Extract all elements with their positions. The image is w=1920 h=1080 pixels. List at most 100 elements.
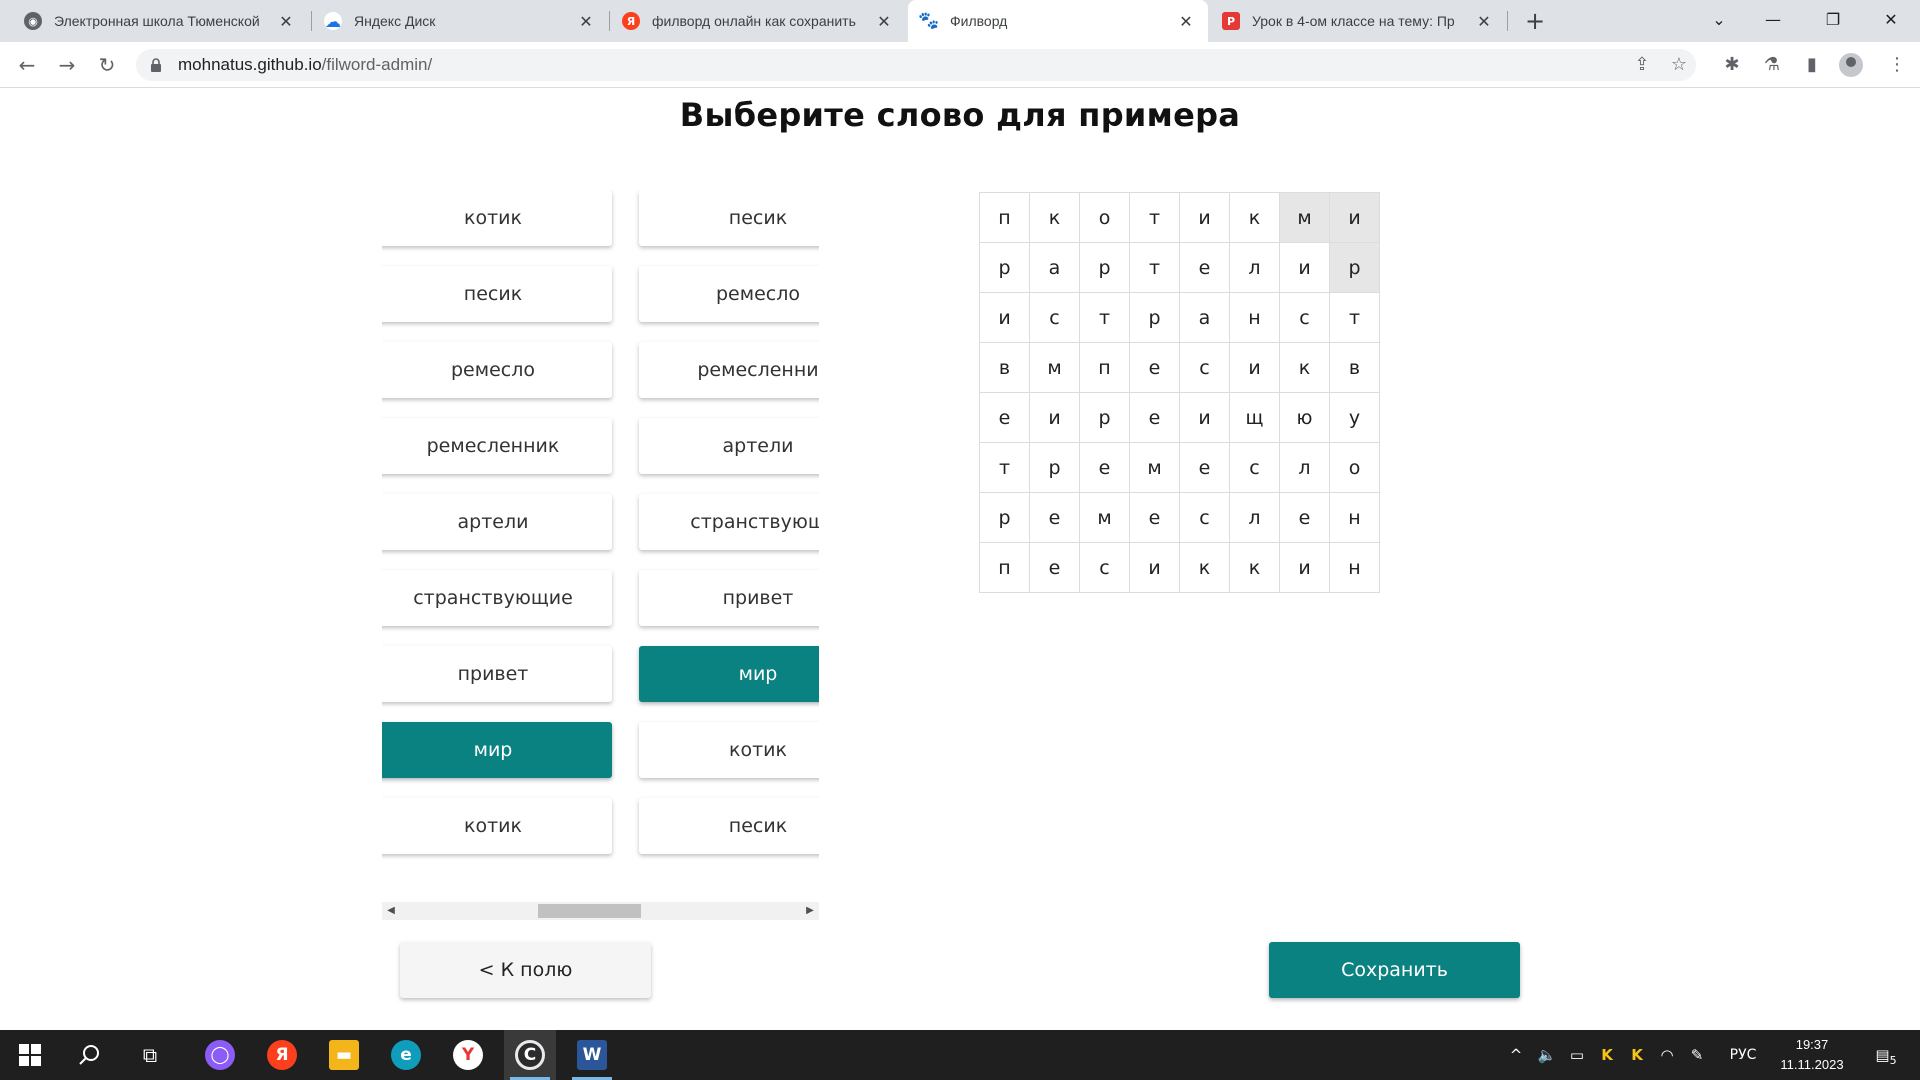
word-option[interactable]: артели [382, 494, 612, 550]
tray-chevron-up-icon[interactable]: ^ [1504, 1030, 1528, 1080]
grid-cell[interactable]: м [1129, 442, 1180, 493]
grid-cell[interactable]: и [1279, 542, 1330, 593]
grid-cell[interactable]: и [1229, 342, 1280, 393]
taskbar-yandex-browser[interactable]: Y [442, 1030, 494, 1080]
grid-cell[interactable]: е [1179, 242, 1230, 293]
language-indicator[interactable]: РУС [1716, 1030, 1770, 1080]
grid-cell[interactable]: м [1079, 492, 1130, 543]
grid-cell[interactable]: е [1029, 542, 1080, 593]
word-option[interactable]: странствующие [382, 570, 612, 626]
grid-cell[interactable]: п [1079, 342, 1130, 393]
back-to-field-button[interactable]: < К полю [400, 942, 651, 998]
grid-cell[interactable]: у [1329, 392, 1380, 443]
grid-cell[interactable]: т [1079, 292, 1130, 343]
grid-cell[interactable]: с [1079, 542, 1130, 593]
grid-cell[interactable]: и [1179, 192, 1230, 243]
grid-cell[interactable]: ю [1279, 392, 1330, 443]
grid-cell[interactable]: а [1179, 292, 1230, 343]
grid-cell[interactable]: т [1129, 242, 1180, 293]
grid-cell[interactable]: и [979, 292, 1030, 343]
grid-cell[interactable]: т [979, 442, 1030, 493]
close-icon[interactable]: ✕ [276, 12, 296, 31]
extensions-icon[interactable]: ✱ [1717, 50, 1747, 80]
grid-cell[interactable]: е [1279, 492, 1330, 543]
word-option[interactable]: котик [382, 190, 612, 246]
new-tab-button[interactable]: + [1520, 6, 1550, 36]
word-option[interactable]: котик [382, 798, 612, 854]
restore-button[interactable]: ❐ [1810, 0, 1856, 42]
grid-cell[interactable]: т [1129, 192, 1180, 243]
word-option[interactable]: привет [382, 646, 612, 702]
word-option[interactable]: мир [639, 646, 819, 702]
word-option[interactable]: песик [639, 798, 819, 854]
scroll-right-icon[interactable]: ▶ [801, 902, 819, 920]
scroll-left-icon[interactable]: ◀ [382, 902, 400, 920]
grid-cell[interactable]: и [1129, 542, 1180, 593]
close-icon[interactable]: ✕ [576, 12, 596, 31]
grid-cell[interactable]: е [1079, 442, 1130, 493]
grid-cell[interactable]: а [1029, 242, 1080, 293]
scrollbar-thumb[interactable] [538, 904, 641, 918]
word-option[interactable]: песик [382, 266, 612, 322]
clock[interactable]: 19:37 11.11.2023 [1770, 1035, 1854, 1075]
pen-icon[interactable]: ✎ [1683, 1030, 1711, 1080]
tray-app-icon[interactable]: K [1593, 1030, 1621, 1080]
forward-nav-button[interactable]: → [52, 50, 82, 80]
star-icon[interactable]: ☆ [1663, 49, 1695, 81]
grid-cell[interactable]: с [1279, 292, 1330, 343]
grid-cell[interactable]: р [1079, 392, 1130, 443]
grid-cell[interactable]: и [1279, 242, 1330, 293]
taskbar-chrome[interactable]: C [504, 1030, 556, 1080]
grid-cell[interactable]: е [1129, 492, 1180, 543]
taskbar-edge[interactable]: e [380, 1030, 432, 1080]
notification-center-button[interactable]: ▤5 [1866, 1030, 1906, 1080]
word-option[interactable]: привет [639, 570, 819, 626]
taskbar-alice[interactable]: ◯ [194, 1030, 246, 1080]
grid-cell[interactable]: с [1029, 292, 1080, 343]
grid-cell[interactable]: п [979, 542, 1030, 593]
word-option[interactable]: ремесленник [382, 418, 612, 474]
search-button[interactable] [64, 1030, 116, 1080]
taskbar-explorer[interactable]: ▬ [318, 1030, 370, 1080]
grid-cell[interactable]: п [979, 192, 1030, 243]
tab-yandex-disk[interactable]: ☁ Яндекс Диск ✕ [312, 0, 608, 42]
grid-cell[interactable]: с [1229, 442, 1280, 493]
flask-icon[interactable]: ⚗ [1757, 50, 1787, 80]
grid-cell[interactable]: р [1129, 292, 1180, 343]
word-list[interactable]: котик песик ремесло ремесленник артели странс… [382, 190, 819, 860]
grid-cell[interactable]: н [1329, 542, 1380, 593]
word-option[interactable]: мир [382, 722, 612, 778]
word-option[interactable]: песик [639, 190, 819, 246]
grid-cell[interactable]: о [1079, 192, 1130, 243]
horizontal-scrollbar[interactable]: ◀ ▶ [382, 902, 819, 920]
word-option[interactable]: артели [639, 418, 819, 474]
wifi-icon[interactable]: ◠ [1653, 1030, 1681, 1080]
address-bar[interactable]: mohnatus.github.io/filword-admin/ ⇪ ☆ [136, 49, 1696, 81]
close-icon[interactable]: ✕ [1474, 12, 1494, 31]
reload-button[interactable]: ↻ [92, 50, 122, 80]
close-icon[interactable]: ✕ [874, 12, 894, 31]
start-button[interactable] [4, 1030, 56, 1080]
grid-cell[interactable]: щ [1229, 392, 1280, 443]
grid-cell[interactable]: т [1329, 292, 1380, 343]
grid-cell[interactable]: к [1229, 542, 1280, 593]
tab-infourok[interactable]: P Урок в 4-ом классе на тему: Пр ✕ [1210, 0, 1506, 42]
grid-cell[interactable]: с [1179, 342, 1230, 393]
grid-cell[interactable]: р [979, 492, 1030, 543]
grid-cell[interactable]: м [1279, 192, 1330, 243]
grid-cell[interactable]: м [1029, 342, 1080, 393]
grid-cell[interactable]: в [1329, 342, 1380, 393]
grid-cell[interactable]: р [979, 242, 1030, 293]
grid-cell[interactable]: е [1179, 442, 1230, 493]
word-option[interactable]: котик [639, 722, 819, 778]
back-nav-button[interactable]: ← [12, 50, 42, 80]
grid-cell[interactable]: р [1079, 242, 1130, 293]
tab-filword[interactable]: 🐾 Филворд ✕ [908, 0, 1208, 42]
grid-cell[interactable]: и [1029, 392, 1080, 443]
word-option[interactable]: ремесленни [639, 342, 819, 398]
grid-cell[interactable]: к [1279, 342, 1330, 393]
grid-cell[interactable]: е [1129, 342, 1180, 393]
grid-cell[interactable]: к [1179, 542, 1230, 593]
grid-cell[interactable]: к [1029, 192, 1080, 243]
grid-cell[interactable]: к [1229, 192, 1280, 243]
